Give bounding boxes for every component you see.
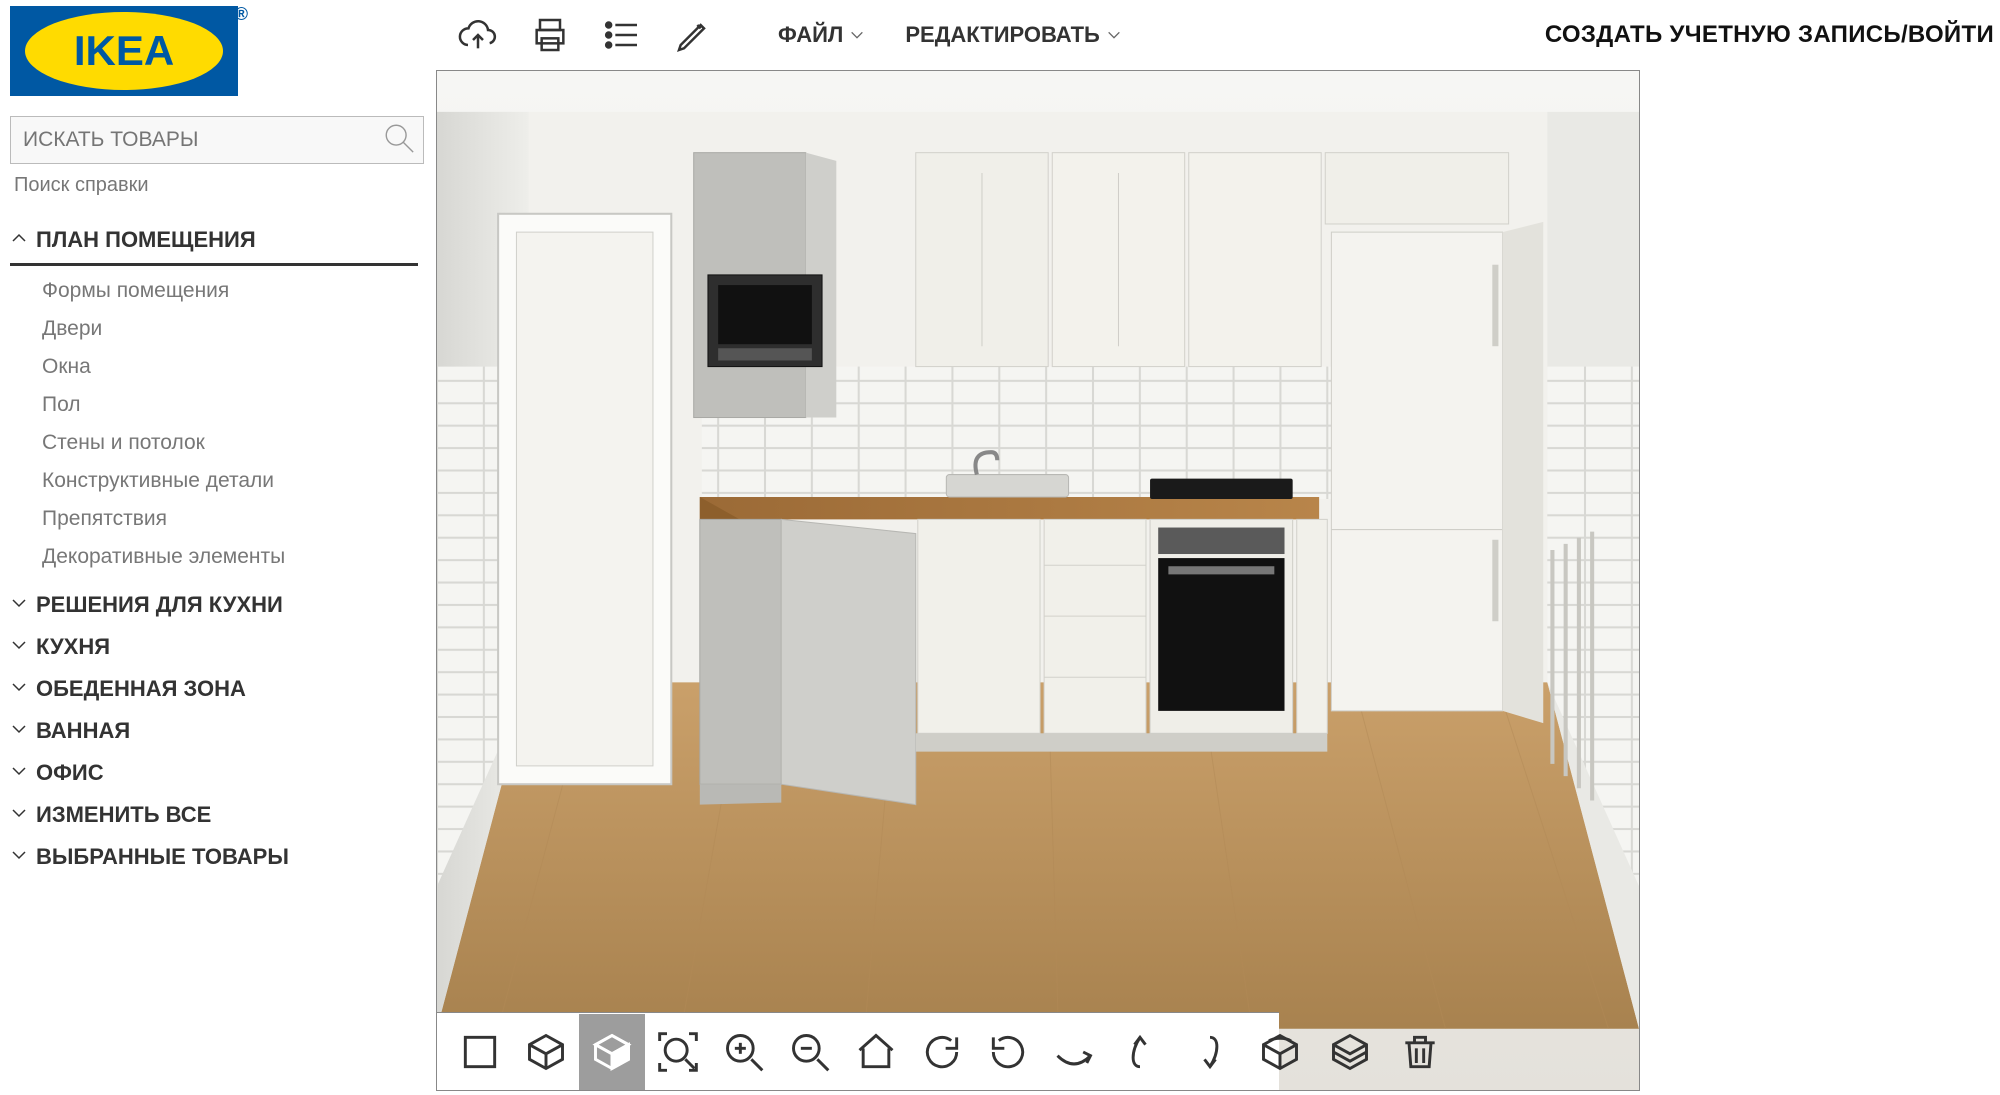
topbar: ФАЙЛ РЕДАКТИРОВАТЬ СОЗДАТЬ УЧЕТНУЮ ЗАПИС…: [436, 0, 2000, 70]
nav-section-dining[interactable]: ОБЕДЕННАЯ ЗОНА: [10, 668, 418, 710]
kitchen-3d-render: [437, 71, 1639, 1090]
nav-section-change-all[interactable]: ИЗМЕНИТЬ ВСЕ: [10, 794, 418, 836]
menu-edit[interactable]: РЕДАКТИРОВАТЬ: [899, 22, 1127, 48]
nav-section-label: КУХНЯ: [36, 634, 110, 660]
chevron-down-icon: [10, 844, 36, 870]
print-icon[interactable]: [528, 13, 572, 57]
pencil-icon[interactable]: [672, 13, 716, 57]
nav-section-label: ОФИС: [36, 760, 104, 786]
nav-item-walls-ceiling[interactable]: Стены и потолок: [42, 424, 418, 462]
chevron-down-icon: [10, 676, 36, 702]
nav-item-windows[interactable]: Окна: [42, 348, 418, 386]
view-2d-icon[interactable]: [447, 1014, 513, 1090]
rotate-ccw-icon[interactable]: [975, 1014, 1041, 1090]
nav-section-label: ВАННАЯ: [36, 718, 130, 744]
menu-edit-label: РЕДАКТИРОВАТЬ: [905, 22, 1099, 48]
nav-section-office[interactable]: ОФИС: [10, 752, 418, 794]
cube-front-icon[interactable]: [1247, 1014, 1313, 1090]
nav-sub-room-plan: Формы помещения Двери Окна Пол Стены и п…: [10, 266, 418, 584]
trash-icon[interactable]: [1387, 1014, 1453, 1090]
nav-section-room-plan[interactable]: ПЛАН ПОМЕЩЕНИЯ: [10, 219, 418, 266]
pan-right-icon[interactable]: [1041, 1014, 1107, 1090]
account-link[interactable]: СОЗДАТЬ УЧЕТНУЮ ЗАПИСЬ/ВОЙТИ: [1545, 21, 1994, 49]
nav-section-kitchen-solutions[interactable]: РЕШЕНИЯ ДЛЯ КУХНИ: [10, 584, 418, 626]
nav-section-label: ИЗМЕНИТЬ ВСЕ: [36, 802, 211, 828]
list-icon[interactable]: [600, 13, 644, 57]
nav-section-bathroom[interactable]: ВАННАЯ: [10, 710, 418, 752]
main-area: ФАЙЛ РЕДАКТИРОВАТЬ СОЗДАТЬ УЧЕТНУЮ ЗАПИС…: [426, 0, 2000, 1095]
orbit-up-icon[interactable]: [1107, 1014, 1173, 1090]
nav-item-room-shapes[interactable]: Формы помещения: [42, 272, 418, 310]
chevron-down-icon: [1106, 27, 1122, 43]
view-3d-solid-icon[interactable]: [579, 1014, 645, 1090]
chevron-down-icon: [10, 634, 36, 660]
zoom-fit-icon[interactable]: [645, 1014, 711, 1090]
chevron-up-icon: [10, 227, 36, 253]
cube-iso-icon[interactable]: [1317, 1014, 1383, 1090]
chevron-down-icon: [10, 760, 36, 786]
cloud-upload-icon[interactable]: [456, 13, 500, 57]
nav-item-doors[interactable]: Двери: [42, 310, 418, 348]
nav-item-obstacles[interactable]: Препятствия: [42, 500, 418, 538]
chevron-down-icon: [10, 592, 36, 618]
chevron-down-icon: [10, 718, 36, 744]
chevron-down-icon: [10, 802, 36, 828]
nav-section-selected[interactable]: ВЫБРАННЫЕ ТОВАРЫ: [10, 836, 418, 878]
view-toolbar: [437, 1012, 1279, 1090]
sidebar-nav: ПЛАН ПОМЕЩЕНИЯ Формы помещения Двери Окн…: [10, 219, 418, 878]
menu-file-label: ФАЙЛ: [778, 22, 843, 48]
search-box[interactable]: [10, 116, 424, 164]
help-search-link[interactable]: Поиск справки: [10, 174, 418, 197]
home-icon[interactable]: [843, 1014, 909, 1090]
brand-logo[interactable]: IKEA ®: [10, 6, 242, 96]
nav-section-label: ВЫБРАННЫЕ ТОВАРЫ: [36, 844, 289, 870]
trademark-icon: ®: [235, 4, 248, 25]
nav-section-label: РЕШЕНИЯ ДЛЯ КУХНИ: [36, 592, 283, 618]
design-canvas[interactable]: [436, 70, 1640, 1091]
rotate-cw-icon[interactable]: [909, 1014, 975, 1090]
brand-name: IKEA: [25, 12, 223, 90]
nav-section-label: ПЛАН ПОМЕЩЕНИЯ: [36, 227, 256, 253]
nav-item-floor[interactable]: Пол: [42, 386, 418, 424]
orbit-down-icon[interactable]: [1177, 1014, 1243, 1090]
view-3d-wire-icon[interactable]: [513, 1014, 579, 1090]
chevron-down-icon: [849, 27, 865, 43]
nav-item-decorative[interactable]: Декоративные элементы: [42, 538, 418, 576]
search-icon[interactable]: [375, 121, 423, 160]
nav-section-kitchen[interactable]: КУХНЯ: [10, 626, 418, 668]
search-input[interactable]: [11, 128, 375, 152]
nav-item-structural[interactable]: Конструктивные детали: [42, 462, 418, 500]
nav-section-label: ОБЕДЕННАЯ ЗОНА: [36, 676, 246, 702]
zoom-in-icon[interactable]: [711, 1014, 777, 1090]
zoom-out-icon[interactable]: [777, 1014, 843, 1090]
sidebar: IKEA ® Поиск справки ПЛАН ПОМЕЩЕНИЯ Форм…: [0, 0, 426, 1095]
menu-file[interactable]: ФАЙЛ: [772, 22, 871, 48]
